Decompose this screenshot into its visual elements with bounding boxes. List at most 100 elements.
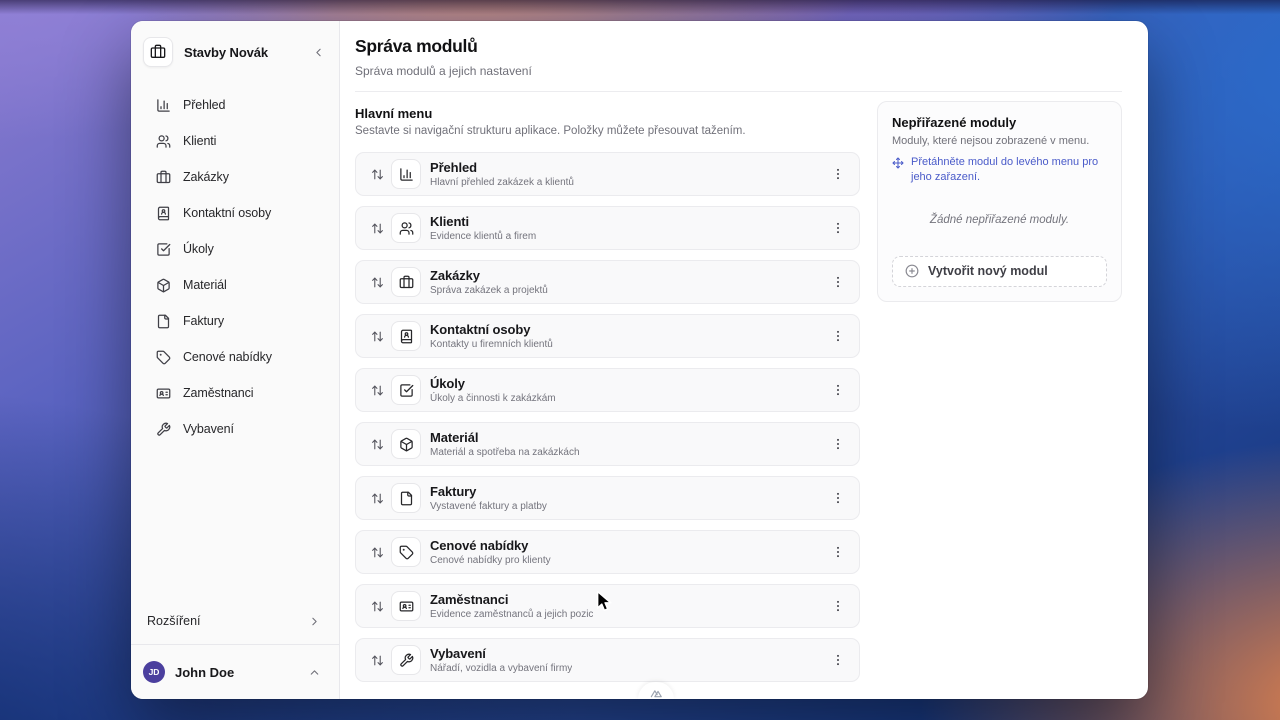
- sidebar-nav: Přehled Klienti Zakázky Kontaktní osoby …: [131, 79, 339, 447]
- kebab-menu-icon[interactable]: [829, 271, 847, 293]
- sidebar-item-label: Faktury: [183, 314, 224, 328]
- kebab-menu-icon[interactable]: [829, 595, 847, 617]
- create-module-button[interactable]: Vytvořit nový modul: [892, 255, 1107, 287]
- section-description: Sestavte si navigační strukturu aplikace…: [355, 125, 746, 137]
- square-check-icon: [156, 242, 172, 257]
- module-title: Zaměstnanci: [430, 592, 509, 607]
- drag-handle-icon[interactable]: [364, 330, 390, 343]
- avatar: JD: [143, 661, 165, 683]
- drag-handle-icon[interactable]: [364, 492, 390, 505]
- sidebar-item-prehled[interactable]: Přehled: [143, 87, 327, 123]
- wrench-icon: [391, 645, 421, 675]
- module-description: Kontakty u firemních klientů: [430, 339, 553, 350]
- users-icon: [391, 213, 421, 243]
- kebab-menu-icon[interactable]: [829, 541, 847, 563]
- sidebar-item-klienti[interactable]: Klienti: [143, 123, 327, 159]
- drag-handle-icon[interactable]: [364, 222, 390, 235]
- move-icon: [892, 157, 904, 169]
- create-module-label: Vytvořit nový modul: [928, 264, 1048, 279]
- kebab-menu-icon[interactable]: [829, 433, 847, 455]
- sidebar-item-kontaktni-osoby[interactable]: Kontaktní osoby: [143, 195, 327, 231]
- module-description: Úkoly a činnosti k zakázkám: [430, 393, 556, 404]
- chevron-left-icon[interactable]: [312, 46, 325, 59]
- module-row-prehled[interactable]: Přehled Hlavní přehled zakázek a klientů: [355, 152, 860, 196]
- drag-handle-icon[interactable]: [364, 654, 390, 667]
- empty-state-text: Žádné nepřiřazené moduly.: [929, 213, 1070, 226]
- kebab-menu-icon[interactable]: [829, 379, 847, 401]
- panel-title: Nepřiřazené moduly: [892, 115, 1017, 130]
- plus-circle-icon: [905, 264, 919, 278]
- module-row-cenove-nabidky[interactable]: Cenové nabídky Cenové nabídky pro klient…: [355, 530, 860, 574]
- contact-book-icon: [156, 206, 172, 221]
- wrench-icon: [156, 422, 172, 437]
- sidebar-item-label: Klienti: [183, 134, 217, 148]
- drag-handle-icon[interactable]: [364, 384, 390, 397]
- sidebar-item-vybaveni[interactable]: Vybavení: [143, 411, 327, 447]
- sidebar-item-ukoly[interactable]: Úkoly: [143, 231, 327, 267]
- module-description: Evidence zaměstnanců a jejich pozic: [430, 609, 594, 620]
- briefcase-icon: [143, 37, 173, 67]
- drag-handle-icon[interactable]: [364, 168, 390, 181]
- module-description: Cenové nabídky pro klienty: [430, 555, 551, 566]
- sidebar-item-material[interactable]: Materiál: [143, 267, 327, 303]
- page-title: Správa modulů: [355, 36, 478, 56]
- module-row-zakazky[interactable]: Zakázky Správa zakázek a projektů: [355, 260, 860, 304]
- extensions-label: Rozšíření: [147, 614, 201, 628]
- users-icon: [156, 134, 172, 149]
- kebab-menu-icon[interactable]: [829, 487, 847, 509]
- sidebar-item-label: Úkoly: [183, 242, 214, 256]
- module-row-klienti[interactable]: Klienti Evidence klientů a firem: [355, 206, 860, 250]
- desktop: { "colors": { "accent_blue": "#4a5bc9", …: [0, 0, 1280, 720]
- bar-chart-icon: [391, 159, 421, 189]
- id-card-icon: [156, 386, 172, 401]
- extensions-row[interactable]: Rozšíření: [131, 598, 339, 644]
- module-row-kontaktni-osoby[interactable]: Kontaktní osoby Kontakty u firemních kli…: [355, 314, 860, 358]
- box-icon: [391, 429, 421, 459]
- app-window: Stavby Novák Přehled Klienti Zakázky Kon…: [131, 21, 1148, 699]
- drag-handle-icon[interactable]: [364, 546, 390, 559]
- sidebar-item-label: Vybavení: [183, 422, 234, 436]
- module-description: Materiál a spotřeba na zakázkách: [430, 447, 580, 458]
- drag-handle-icon[interactable]: [364, 438, 390, 451]
- file-icon: [156, 314, 172, 329]
- drag-hint: Přetáhněte modul do levého menu pro jeho…: [892, 155, 1107, 186]
- module-title: Klienti: [430, 214, 470, 229]
- sidebar-item-label: Kontaktní osoby: [183, 206, 272, 220]
- mountain-icon: [649, 685, 663, 699]
- page-subtitle: Správa modulů a jejich nastavení: [355, 64, 532, 78]
- drag-handle-icon[interactable]: [364, 600, 390, 613]
- sidebar-item-zamestnanci[interactable]: Zaměstnanci: [143, 375, 327, 411]
- module-description: Hlavní přehled zakázek a klientů: [430, 177, 574, 188]
- sidebar-item-zakazky[interactable]: Zakázky: [143, 159, 327, 195]
- kebab-menu-icon[interactable]: [829, 325, 847, 347]
- module-title: Vybavení: [430, 646, 486, 661]
- sidebar-item-cenove-nabidky[interactable]: Cenové nabídky: [143, 339, 327, 375]
- sidebar-item-label: Přehled: [183, 98, 226, 112]
- sidebar-footer: Rozšíření JD John Doe: [131, 598, 339, 699]
- drag-handle-icon[interactable]: [364, 276, 390, 289]
- kebab-menu-icon[interactable]: [829, 163, 847, 185]
- user-menu[interactable]: JD John Doe: [131, 645, 339, 699]
- module-row-ukoly[interactable]: Úkoly Úkoly a činnosti k zakázkám: [355, 368, 860, 412]
- kebab-menu-icon[interactable]: [829, 217, 847, 239]
- sidebar-item-faktury[interactable]: Faktury: [143, 303, 327, 339]
- module-row-zamestnanci[interactable]: Zaměstnanci Evidence zaměstnanců a jejic…: [355, 584, 860, 628]
- kebab-menu-icon[interactable]: [829, 649, 847, 671]
- bar-chart-icon: [156, 98, 172, 113]
- unassigned-panel: Nepřiřazené moduly Moduly, které nejsou …: [877, 101, 1122, 302]
- square-check-icon: [391, 375, 421, 405]
- module-row-vybaveni[interactable]: Vybavení Nářadí, vozidla a vybavení firm…: [355, 638, 860, 682]
- sidebar-item-label: Zakázky: [183, 170, 229, 184]
- file-icon: [391, 483, 421, 513]
- module-row-material[interactable]: Materiál Materiál a spotřeba na zakázkác…: [355, 422, 860, 466]
- tag-icon: [156, 350, 172, 365]
- module-title: Úkoly: [430, 376, 465, 391]
- module-row-faktury[interactable]: Faktury Vystavené faktury a platby: [355, 476, 860, 520]
- sidebar-item-label: Cenové nabídky: [183, 350, 272, 364]
- brand-header: Stavby Novák: [131, 21, 339, 79]
- page-header: Správa modulů Správa modulů a jejich nas…: [340, 21, 1148, 78]
- user-name: John Doe: [175, 664, 235, 680]
- module-description: Vystavené faktury a platby: [430, 501, 547, 512]
- chevron-right-icon: [308, 615, 321, 628]
- box-icon: [156, 278, 172, 293]
